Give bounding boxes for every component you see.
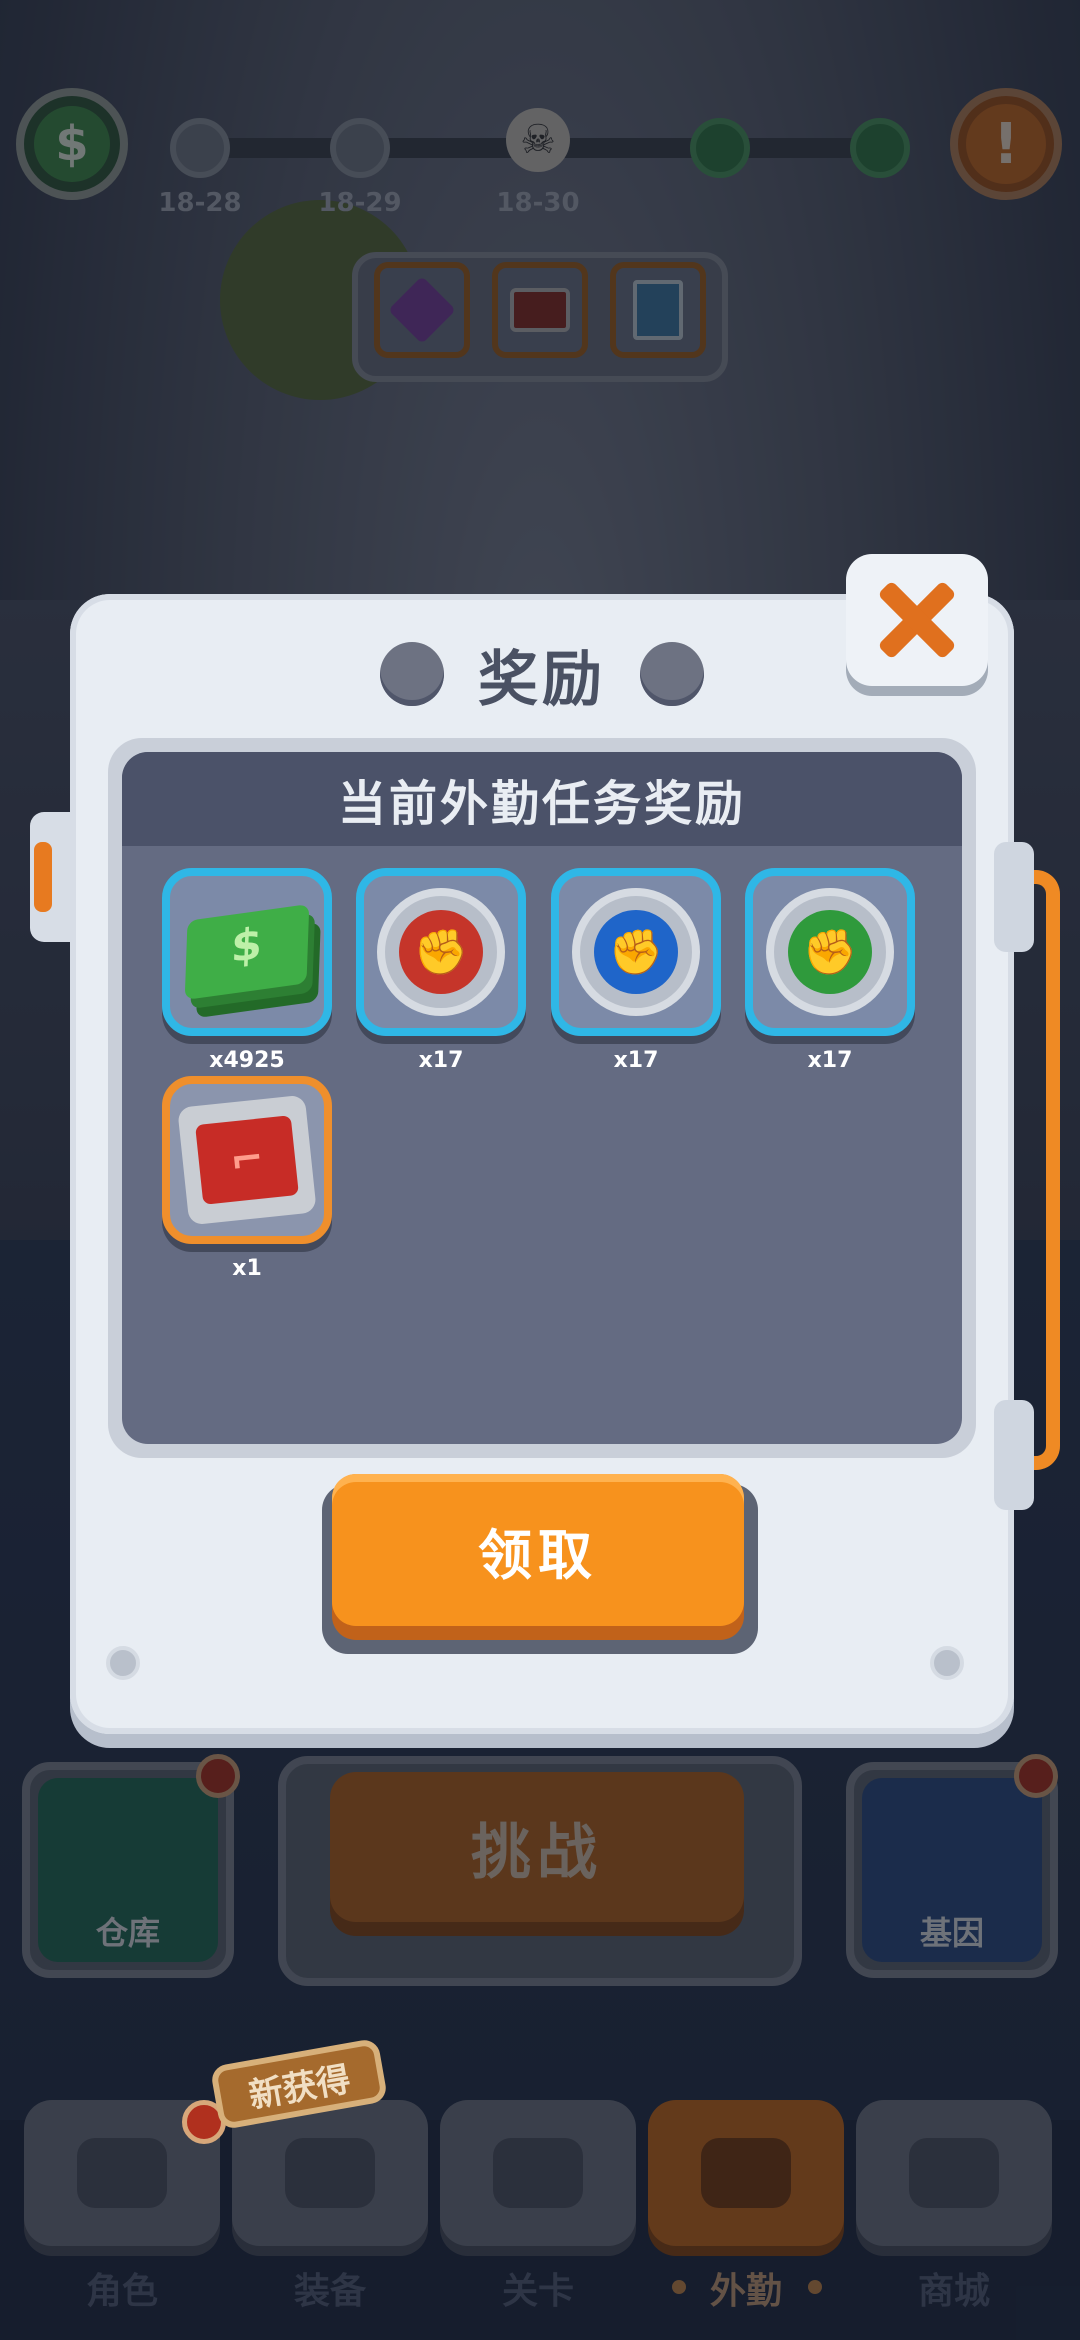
- close-button[interactable]: [846, 554, 988, 686]
- reward-slot: ✊: [551, 868, 721, 1036]
- modal-title: 奖励: [478, 644, 606, 715]
- blue-fist-coin-icon: ✊: [572, 888, 700, 1016]
- title-ornament: [380, 642, 444, 706]
- reward-quantity: x17: [807, 1048, 853, 1073]
- reward-item[interactable]: ✊ x17: [745, 868, 915, 1073]
- reward-quantity: x4925: [209, 1048, 285, 1073]
- reward-quantity: x17: [418, 1048, 464, 1073]
- modal-side-clip: [994, 1400, 1034, 1510]
- reward-slot: ✊: [745, 868, 915, 1036]
- title-ornament: [640, 642, 704, 706]
- reward-item[interactable]: ✊ x17: [551, 868, 721, 1073]
- red-chip-icon: ⌐: [177, 1094, 317, 1226]
- reward-modal: 奖励 当前外勤任务奖励 x4925 ✊ x17 ✊ x17: [70, 594, 1014, 1734]
- reward-slot: [162, 868, 332, 1036]
- green-fist-coin-icon: ✊: [766, 888, 894, 1016]
- reward-slot: ✊: [356, 868, 526, 1036]
- claim-button[interactable]: 领取: [332, 1474, 744, 1626]
- close-icon: [875, 578, 959, 662]
- reward-item[interactable]: ⌐ x1: [162, 1076, 332, 1281]
- reward-panel: 当前外勤任务奖励 x4925 ✊ x17 ✊ x17: [122, 752, 962, 1444]
- reward-slot: ⌐: [162, 1076, 332, 1244]
- red-fist-coin-icon: ✊: [377, 888, 505, 1016]
- modal-side-clip: [994, 842, 1034, 952]
- reward-item[interactable]: x4925: [162, 868, 332, 1073]
- reward-quantity: x17: [613, 1048, 659, 1073]
- reward-quantity: x1: [232, 1256, 262, 1281]
- reward-panel-frame: 当前外勤任务奖励 x4925 ✊ x17 ✊ x17: [108, 738, 976, 1458]
- reward-panel-title: 当前外勤任务奖励: [122, 752, 962, 846]
- screw-ornament: [930, 1646, 964, 1680]
- cash-stack-icon: [184, 904, 310, 1000]
- screw-ornament: [106, 1646, 140, 1680]
- reward-item[interactable]: ✊ x17: [356, 868, 526, 1073]
